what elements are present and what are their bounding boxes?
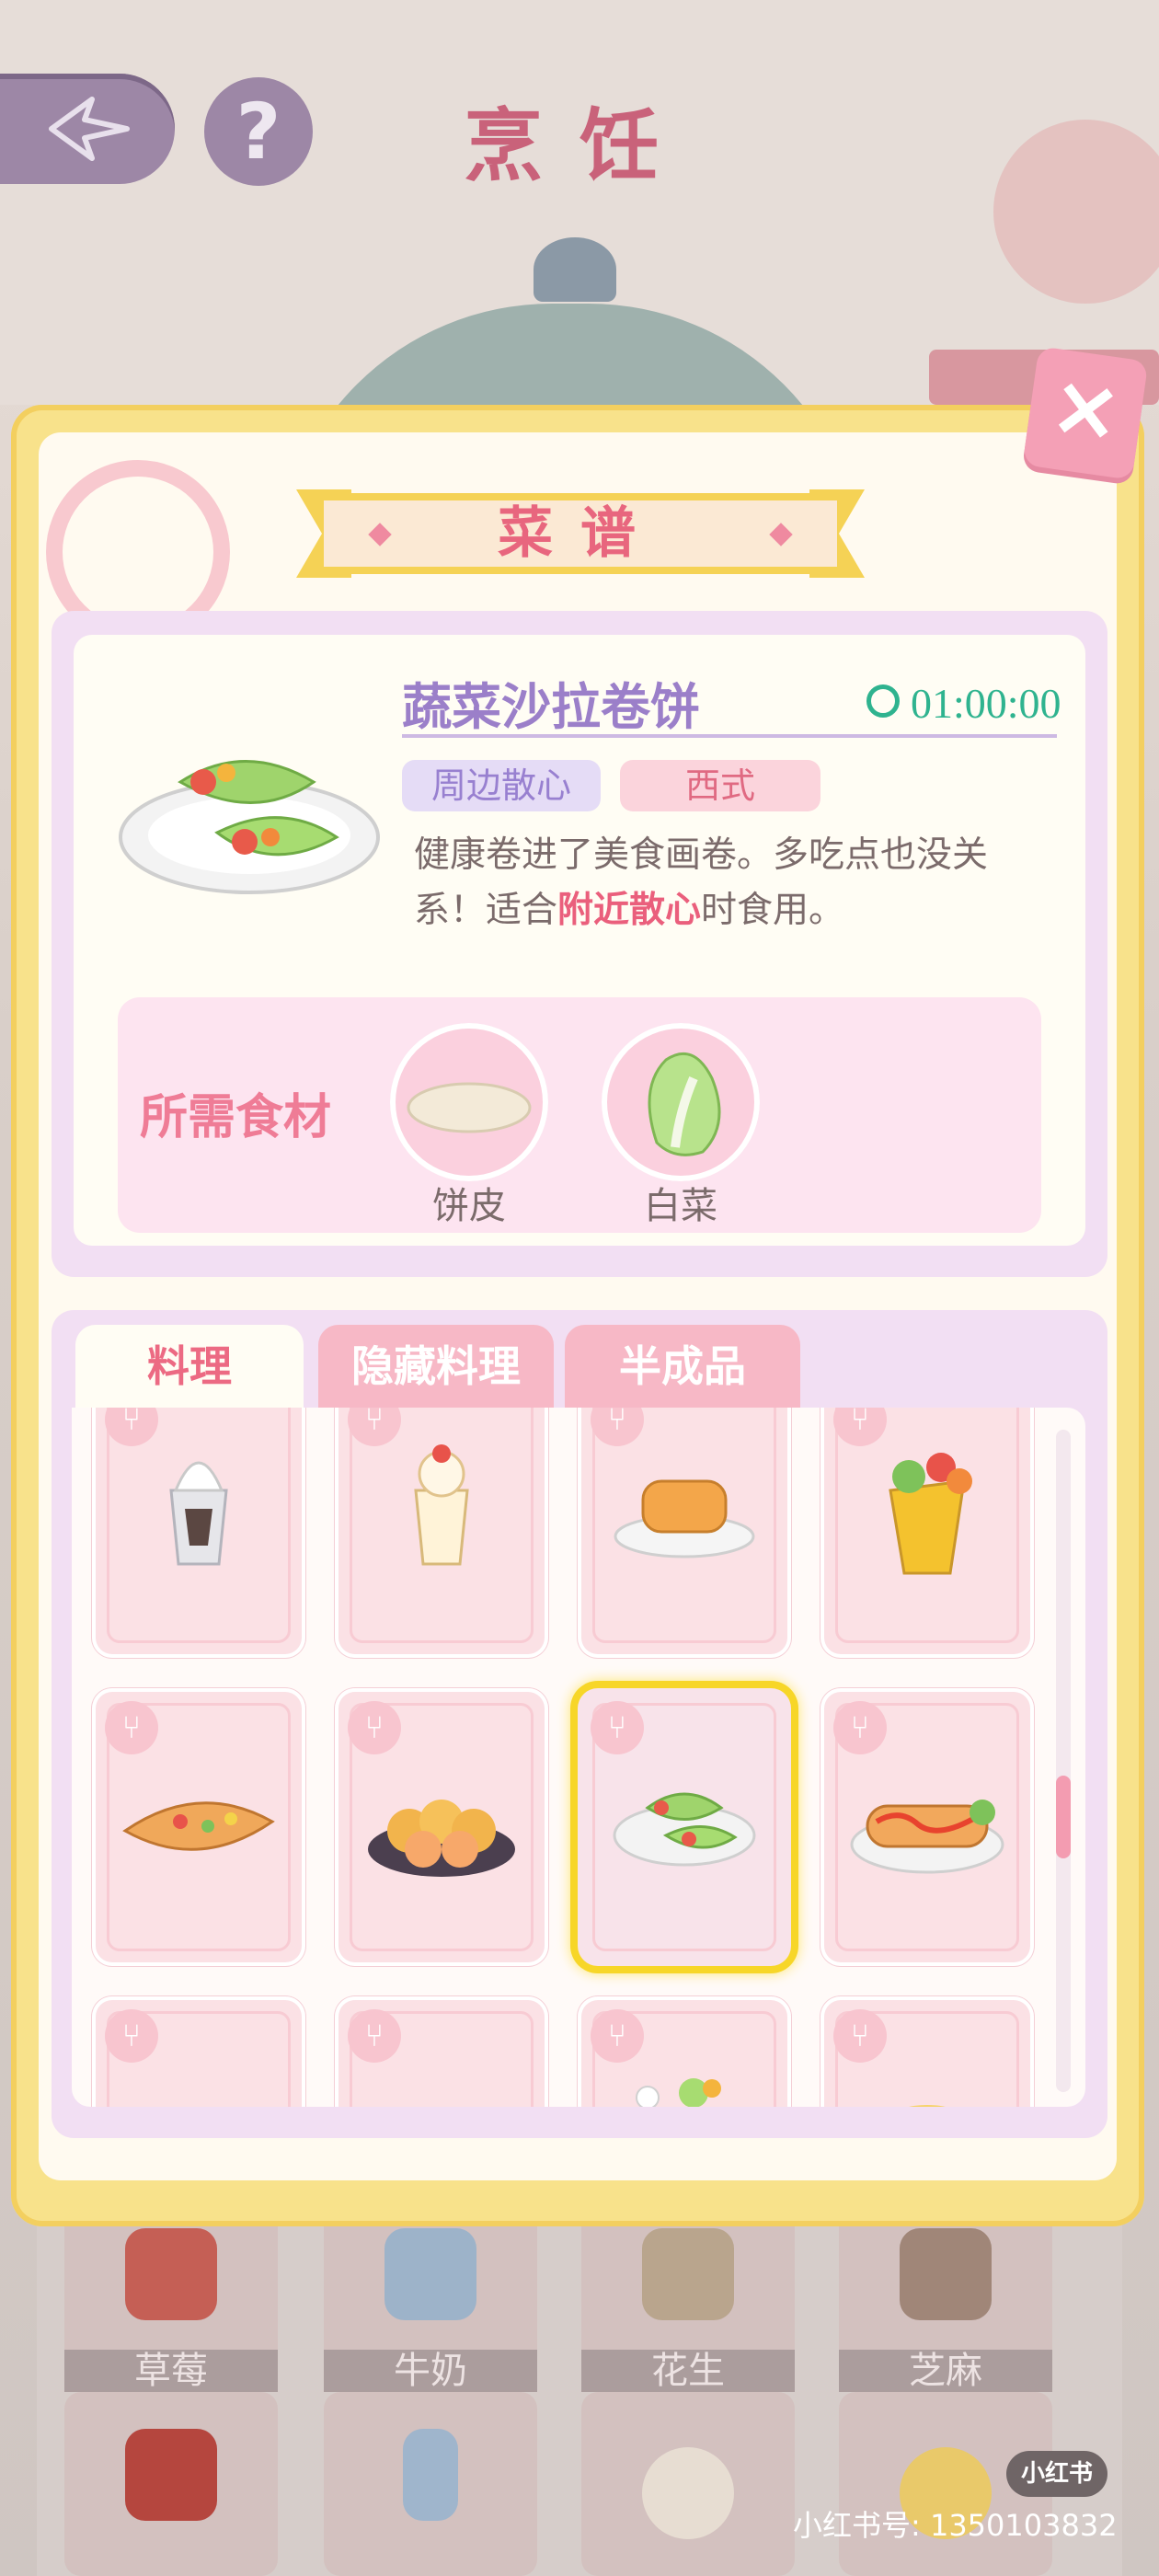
pot-lid-icon <box>534 237 616 302</box>
dessert-icon <box>636 2078 721 2107</box>
pantry-item-label: 牛奶 <box>324 2350 537 2392</box>
pantry-item[interactable] <box>324 2392 537 2576</box>
desc-text-end: 时食用。 <box>701 890 845 931</box>
recipe-list-scrollbar[interactable] <box>1056 1430 1071 2092</box>
pantry-item-label: 花生 <box>581 2350 795 2392</box>
recipe-grid: ⑂ ⑂ ⑂ ⑂ ⑂ ⑂ ⑂ ⑂ ⑂ ⑂ ⑂ ⑂ <box>72 1408 1085 2107</box>
ingredient-name: 饼皮 <box>432 1185 506 1227</box>
flatbread-stack-icon <box>642 2447 734 2539</box>
milk-bottle-icon <box>403 2429 458 2521</box>
pantry-item[interactable]: 芝麻 <box>839 2208 1052 2392</box>
recipe-card[interactable]: ⑂ <box>92 1688 305 1966</box>
pantry-item[interactable] <box>64 2392 278 2576</box>
pantry-item-label: 芝麻 <box>839 2350 1052 2392</box>
cook-time: 01:00:00 <box>911 680 1061 727</box>
pantry-item[interactable]: 花生 <box>581 2208 795 2392</box>
ingredients-title: 所需食材 <box>140 1090 332 1145</box>
bread-rolls-icon <box>368 1800 515 1877</box>
tab-semi-finished[interactable]: 半成品 <box>565 1325 800 1408</box>
fork-badge-icon: ⑂ <box>348 1701 401 1754</box>
fork-badge-icon: ⑂ <box>833 1701 887 1754</box>
sesame-sack-icon <box>900 2228 992 2320</box>
tab-dishes[interactable]: 料理 <box>75 1325 304 1408</box>
dish-name: 蔬菜沙拉卷饼 <box>402 678 700 736</box>
pancakes-icon <box>614 1479 755 1558</box>
help-button[interactable]: ? <box>204 77 313 186</box>
dialog-title-banner: 菜谱 <box>296 484 865 583</box>
scrollbar-thumb[interactable] <box>1056 1776 1071 1858</box>
desc-highlight: 附近散心 <box>557 890 702 931</box>
recipe-card[interactable]: ⑂ <box>578 1996 791 2107</box>
dish-tag-occasion: 周边散心 <box>402 760 601 811</box>
recipe-card[interactable]: ⑂ <box>578 1408 791 1658</box>
sundae-icon <box>169 1461 228 1566</box>
pantry-item[interactable] <box>581 2392 795 2576</box>
recipe-card[interactable]: ⑂ <box>820 1996 1034 2107</box>
recipe-card[interactable]: ⑂ <box>820 1688 1034 1966</box>
dish-tag-cuisine: 西式 <box>620 760 820 811</box>
wrap-icon <box>889 1453 972 1575</box>
fork-badge-icon: ⑂ <box>833 2009 887 2063</box>
clock-icon <box>866 684 900 718</box>
fork-badge-icon: ⑂ <box>105 2009 158 2063</box>
watermark-badge: 小红书 <box>1006 2451 1107 2497</box>
tab-hidden-dishes[interactable]: 隐藏料理 <box>318 1325 554 1408</box>
pantry-item[interactable]: 牛奶 <box>324 2208 537 2392</box>
recipe-card[interactable]: ⑂ <box>92 1408 305 1658</box>
fork-badge-icon: ⑂ <box>105 1701 158 1754</box>
fork-badge-icon: ⑂ <box>591 1701 644 1754</box>
screen-title: 烹饪 <box>464 100 695 192</box>
salad-wrap-icon <box>119 760 380 894</box>
close-button[interactable]: × <box>1022 346 1149 480</box>
recipe-card[interactable]: ⑂ <box>335 1408 548 1658</box>
pantry-item[interactable]: 草莓 <box>64 2208 278 2392</box>
recipe-card[interactable]: ⑂ <box>335 1996 548 2107</box>
flatbread-icon <box>407 1082 532 1133</box>
back-button[interactable] <box>0 74 175 184</box>
watermark-text: 小红书号: 1350103832 <box>793 2508 1118 2543</box>
milk-carton-icon <box>384 2228 476 2320</box>
flatbread-pizza-icon <box>122 1801 275 1851</box>
peanut-bag-icon <box>642 2228 734 2320</box>
brown-sugar-icon <box>125 2429 217 2521</box>
recipe-card[interactable]: ⑂ <box>335 1688 548 1966</box>
back-arrow-icon <box>49 97 130 161</box>
dialog-title: 菜谱 <box>498 501 663 566</box>
recipe-card[interactable]: ⑂ <box>820 1408 1034 1658</box>
fork-badge-icon: ⑂ <box>348 2009 401 2063</box>
cabbage-icon <box>648 1052 721 1156</box>
recipe-card-selected[interactable]: ⑂ <box>578 1688 791 1966</box>
close-icon: × <box>1044 354 1129 462</box>
salad-wrap-icon <box>613 1792 756 1867</box>
fork-badge-icon: ⑂ <box>591 2009 644 2063</box>
ingredient-slot[interactable] <box>602 1023 760 1181</box>
recipe-card[interactable]: ⑂ <box>92 1996 305 2107</box>
parfait-icon <box>414 1444 469 1566</box>
strawberry-icon <box>125 2228 217 2320</box>
ingredient-name: 白菜 <box>644 1185 717 1227</box>
ingredient-slot[interactable] <box>390 1023 548 1181</box>
pantry-item-label: 草莓 <box>64 2350 278 2392</box>
dish-icon <box>909 2105 946 2107</box>
dish-name-underline <box>402 734 1057 738</box>
dish-description: 健康卷进了美食画卷。多吃点也没关系！适合附近散心时食用。 <box>414 828 1058 938</box>
hotdog-icon <box>850 1800 1004 1874</box>
